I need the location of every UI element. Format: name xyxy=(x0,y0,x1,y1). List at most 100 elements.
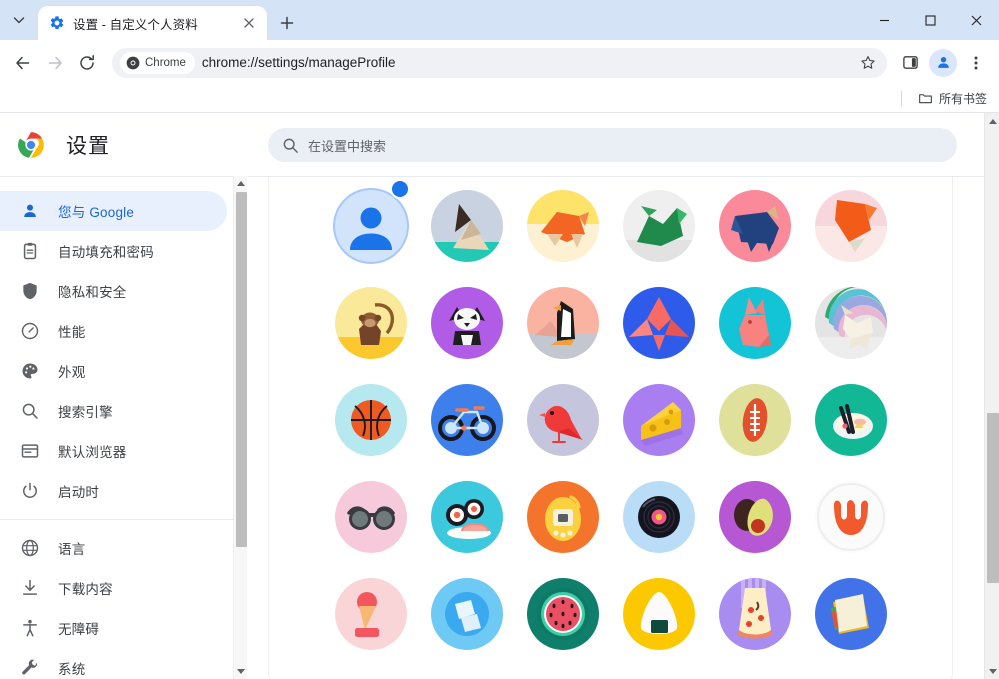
avatar-cell[interactable] xyxy=(515,468,611,565)
avatar-cell[interactable] xyxy=(803,468,899,565)
sidebar-scrollbar[interactable] xyxy=(233,176,247,679)
close-window-button[interactable] xyxy=(953,0,999,40)
reload-button[interactable] xyxy=(72,48,102,78)
sidebar-scrollbar-thumb[interactable] xyxy=(236,192,247,547)
avatar-cell[interactable] xyxy=(323,177,419,274)
vinyl-record-avatar[interactable] xyxy=(623,481,695,553)
avatar-cell[interactable] xyxy=(707,468,803,565)
sandwich-avatar[interactable] xyxy=(815,578,887,650)
current-profile-avatar[interactable] xyxy=(335,190,407,262)
sidebar-item-system[interactable]: 系统 xyxy=(0,648,227,679)
bookmarks-bar: 所有书签 xyxy=(0,85,999,113)
sushi-avatar[interactable] xyxy=(431,481,503,553)
avatar-cell[interactable] xyxy=(515,177,611,274)
forward-button[interactable] xyxy=(40,48,70,78)
sidebar-item-search-engine[interactable]: 搜索引擎 xyxy=(0,391,227,431)
basketball-avatar[interactable] xyxy=(335,384,407,456)
sidebar-item-default-browser[interactable]: 默认浏览器 xyxy=(0,431,227,471)
ice-cream-avatar[interactable] xyxy=(335,578,407,650)
avatar-cell[interactable] xyxy=(323,468,419,565)
bird-avatar[interactable] xyxy=(527,384,599,456)
avatar-cell[interactable] xyxy=(707,371,803,468)
tab-search-button[interactable] xyxy=(5,6,33,34)
origami-rabbit-avatar[interactable] xyxy=(719,287,791,359)
avatar-cell[interactable] xyxy=(707,565,803,662)
origami-cat-avatar[interactable] xyxy=(431,190,503,262)
football-avatar[interactable] xyxy=(719,384,791,456)
avatar-cell[interactable] xyxy=(419,371,515,468)
all-bookmarks-button[interactable]: 所有书签 xyxy=(912,87,993,110)
profile-button[interactable] xyxy=(929,49,957,77)
page-scroll-down-button[interactable] xyxy=(985,663,999,679)
avatar-cell[interactable] xyxy=(515,371,611,468)
side-panel-button[interactable] xyxy=(895,48,925,78)
sidebar-item-accessibility[interactable]: 无障碍 xyxy=(0,608,227,648)
avatar-edit-badge[interactable] xyxy=(390,179,410,199)
sidebar-item-languages[interactable]: 语言 xyxy=(0,528,227,568)
maximize-button[interactable] xyxy=(907,0,953,40)
avatar-cell[interactable] xyxy=(611,274,707,371)
avatar-cell[interactable] xyxy=(323,274,419,371)
sidebar-item-downloads[interactable]: 下载内容 xyxy=(0,568,227,608)
ramen-avatar[interactable] xyxy=(815,384,887,456)
onigiri-avatar[interactable] xyxy=(623,578,695,650)
origami-penguin-avatar[interactable] xyxy=(527,287,599,359)
origami-panda-avatar[interactable] xyxy=(431,287,503,359)
avatar-cell[interactable] xyxy=(611,177,707,274)
browser-menu-button[interactable] xyxy=(961,48,991,78)
page-scrollbar[interactable] xyxy=(984,113,999,679)
search-input[interactable]: 在设置中搜索 xyxy=(268,128,957,162)
sidebar-scroll-down-button[interactable] xyxy=(234,664,248,679)
bicycle-avatar[interactable] xyxy=(431,384,503,456)
avatar-cell[interactable] xyxy=(419,274,515,371)
sidebar-scroll-up-button[interactable] xyxy=(234,176,248,191)
minimize-button[interactable] xyxy=(861,0,907,40)
watermelon-avatar[interactable] xyxy=(527,578,599,650)
avatar-cell[interactable] xyxy=(707,274,803,371)
back-button[interactable] xyxy=(8,48,38,78)
page-scrollbar-thumb[interactable] xyxy=(987,413,999,583)
sidebar-item-on-startup[interactable]: 启动时 xyxy=(0,471,227,511)
page-scroll-up-button[interactable] xyxy=(985,113,999,129)
pizza-avatar[interactable] xyxy=(719,578,791,650)
avatar-cell[interactable] xyxy=(611,468,707,565)
avatar-cell[interactable] xyxy=(707,177,803,274)
new-tab-button[interactable] xyxy=(273,9,301,37)
origami-crane-avatar[interactable] xyxy=(623,287,695,359)
avatar-cell[interactable] xyxy=(803,177,899,274)
origami-monkey-avatar[interactable] xyxy=(335,287,407,359)
tab-close-button[interactable] xyxy=(239,13,259,33)
avatar-cell[interactable] xyxy=(323,371,419,468)
avatar-cell[interactable] xyxy=(323,565,419,662)
avatar-cell[interactable] xyxy=(611,565,707,662)
origami-dragon-avatar[interactable] xyxy=(623,190,695,262)
avatar-cell[interactable] xyxy=(419,468,515,565)
sidebar-item-autofill[interactable]: 自动填充和密码 xyxy=(0,231,227,271)
origami-unicorn-avatar[interactable] xyxy=(815,287,887,359)
avatar-cell[interactable] xyxy=(515,274,611,371)
sidebar-item-appearance[interactable]: 外观 xyxy=(0,351,227,391)
avatar-cell[interactable] xyxy=(419,565,515,662)
avatar-cell[interactable] xyxy=(803,565,899,662)
ice-cubes-avatar[interactable] xyxy=(431,578,503,650)
avocado-avatar[interactable] xyxy=(719,481,791,553)
avatar-cell[interactable] xyxy=(611,371,707,468)
avatar-cell[interactable] xyxy=(515,565,611,662)
avatar-cell[interactable] xyxy=(803,371,899,468)
avatar-cell[interactable] xyxy=(419,177,515,274)
cheese-avatar[interactable] xyxy=(623,384,695,456)
avatar-cell[interactable] xyxy=(803,274,899,371)
sidebar-item-privacy-security[interactable]: 隐私和安全 xyxy=(0,271,227,311)
address-bar[interactable]: Chrome chrome://settings/manageProfile xyxy=(112,48,887,78)
bookmark-star-button[interactable] xyxy=(855,50,881,76)
smiley-bowl-avatar[interactable] xyxy=(815,481,887,553)
origami-dog-avatar[interactable] xyxy=(527,190,599,262)
sidebar-item-performance[interactable]: 性能 xyxy=(0,311,227,351)
tamagotchi-avatar[interactable] xyxy=(527,481,599,553)
browser-tab[interactable]: 设置 - 自定义个人资料 xyxy=(38,6,267,40)
origami-fox-avatar[interactable] xyxy=(815,190,887,262)
settings-content: 创建桌面快捷方式 xyxy=(248,176,999,679)
origami-elephant-avatar[interactable] xyxy=(719,190,791,262)
sunglasses-avatar[interactable] xyxy=(335,481,407,553)
sidebar-item-you-and-google[interactable]: 您与 Google xyxy=(0,191,227,231)
